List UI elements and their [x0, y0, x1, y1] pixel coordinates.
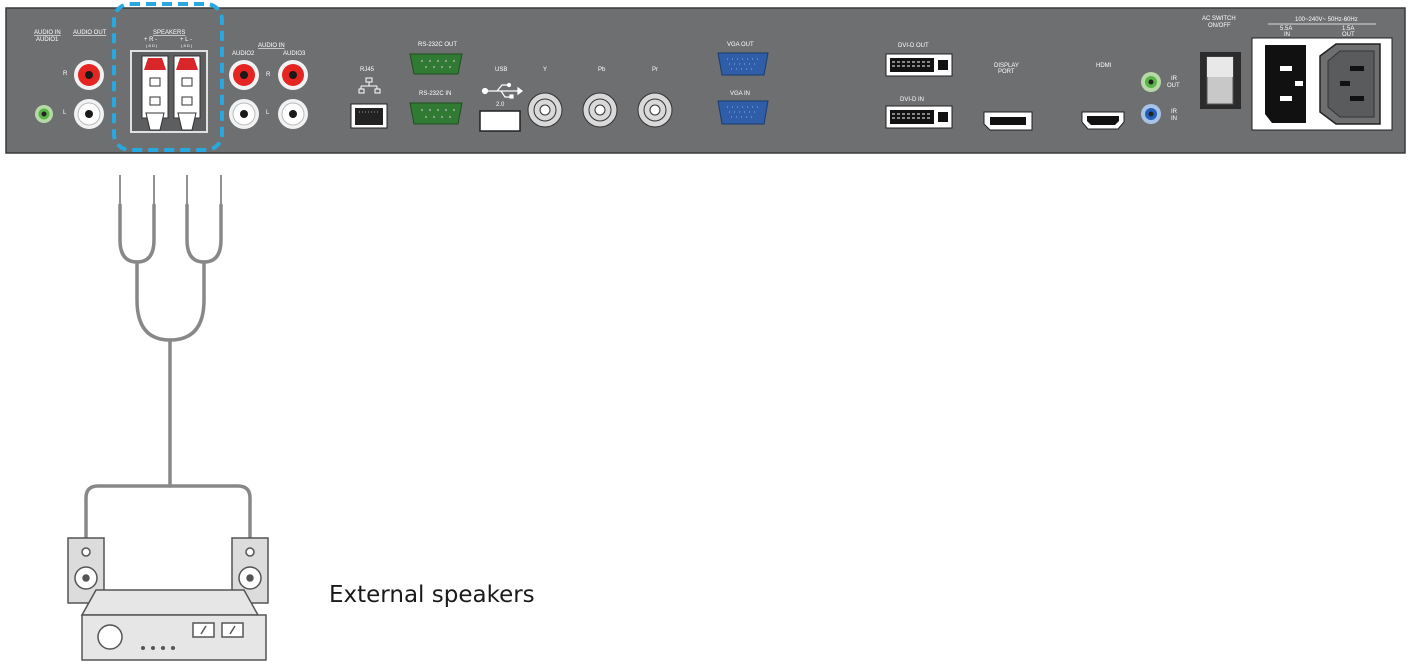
label-r-2: R [266, 72, 271, 78]
dvi-out-port [885, 53, 953, 77]
ir-in-jack [1141, 104, 1161, 124]
ir-out-jack [1141, 72, 1161, 92]
label-pb: Pb [598, 67, 606, 73]
external-speakers-caption: External speakers [329, 582, 535, 608]
label-ir-in-2: IN [1171, 116, 1177, 122]
label-audio-out: AUDIO OUT [73, 30, 107, 36]
label-hdmi: HDMI [1096, 63, 1112, 69]
label-vga-out: VGA OUT [727, 42, 754, 48]
audio-out-l-jack [74, 99, 104, 129]
connection-diagram: AUDIO IN AUDIO1 AUDIO OUT R L SPEAKERS +… [5, 2, 1406, 661]
dvi-in-port [885, 105, 953, 129]
label-out: OUT [1342, 32, 1355, 38]
label-ir-out-1: IR [1171, 76, 1178, 82]
label-y: Y [543, 67, 547, 73]
label-audio-in: AUDIO IN [34, 30, 61, 36]
rear-panel [5, 7, 1406, 154]
label-vga-in: VGA IN [730, 91, 750, 97]
label-audio-in-2: AUDIO IN [258, 43, 285, 49]
rs232-in-port [409, 102, 463, 125]
label-ir-out-2: OUT [1167, 83, 1180, 89]
label-voltage: 100~240V~ 50Hz-60Hz [1295, 17, 1358, 23]
label-dvi-in: DVI-D IN [900, 97, 924, 103]
label-r-1: R [63, 71, 68, 77]
label-rs232-in: RS-232C IN [419, 91, 451, 97]
audio1-in-jack [35, 105, 53, 123]
label-audio1: AUDIO1 [36, 37, 59, 43]
component-y-jack [527, 92, 563, 128]
label-dvi-out: DVI-D OUT [898, 43, 929, 49]
component-pb-jack [582, 92, 618, 128]
component-pr-jack [637, 92, 673, 128]
audio3-r-jack [278, 60, 308, 90]
label-audio2: AUDIO2 [232, 51, 255, 57]
displayport-port [983, 111, 1033, 131]
ac-power-switch [1200, 52, 1241, 109]
usb-port [479, 110, 521, 132]
label-speakers: SPEAKERS [153, 30, 185, 36]
vga-in-port [717, 100, 769, 125]
speaker-cable-gray [84, 203, 252, 540]
label-audio3: AUDIO3 [283, 51, 306, 57]
label-on-off: ON/OFF [1208, 23, 1231, 29]
label-usb: USB [495, 67, 507, 73]
audio-out-r-jack [74, 60, 104, 90]
rs232-out-port [409, 53, 463, 75]
vga-out-port [717, 52, 769, 76]
label-port: PORT [998, 69, 1015, 75]
audio2-r-jack [229, 60, 259, 90]
label-rs232-out: RS-232C OUT [418, 42, 457, 48]
hdmi-port [1081, 111, 1125, 130]
audio3-l-jack [278, 99, 308, 129]
label-ac-switch: AC SWITCH [1202, 16, 1236, 22]
stereo-system-icon [67, 537, 269, 661]
speaker-terminal-block [130, 50, 208, 133]
rj45-port [350, 103, 388, 129]
label-speaker-r-ohm: ( 8 Ω ) [146, 43, 158, 48]
label-in: IN [1284, 32, 1290, 38]
label-pr: Pr [652, 67, 658, 73]
speaker-cable [119, 175, 222, 205]
label-usb-version: 2.0 [496, 102, 505, 108]
label-speaker-l-ohm: ( 8 Ω ) [181, 43, 193, 48]
audio2-l-jack [229, 99, 259, 129]
ac-power-sockets [1251, 37, 1393, 131]
label-rj45: RJ45 [360, 67, 375, 73]
label-ir-in-1: IR [1171, 109, 1178, 115]
